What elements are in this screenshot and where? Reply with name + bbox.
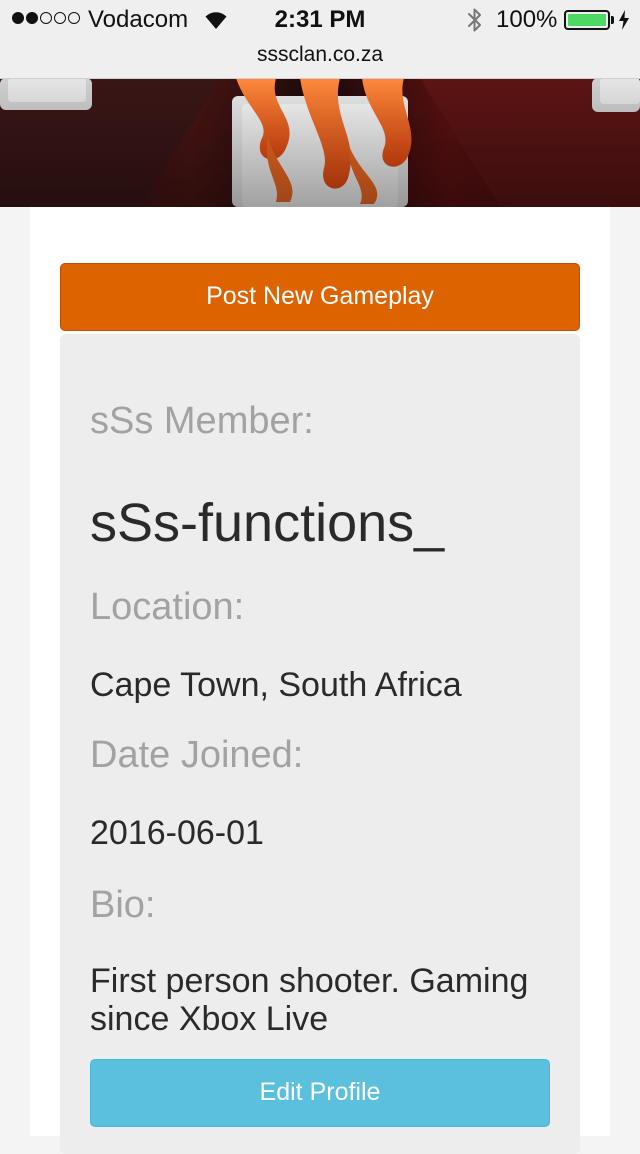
bio-value: First person shooter. Gaming since Xbox … [90, 962, 529, 1038]
battery-icon [564, 10, 610, 30]
bio-label: Bio: [90, 884, 156, 926]
address-bar-url[interactable]: sssclan.co.za [0, 43, 640, 67]
charging-bolt-icon [619, 10, 629, 30]
bluetooth-icon [468, 8, 481, 32]
browser-top-bar: Vodacom 2:31 PM 100% sssclan.co.za [0, 0, 640, 79]
page-content: Post New Gameplay sSs Member: sSs-functi… [30, 207, 610, 1154]
header-banner-image [0, 78, 640, 207]
date-joined-value: 2016-06-01 [90, 814, 264, 852]
status-bar: Vodacom 2:31 PM 100% [0, 0, 640, 40]
location-label: Location: [90, 586, 245, 628]
profile-card: sSs Member: sSs-functions_ Location: Cap… [60, 334, 580, 1154]
date-joined-label: Date Joined: [90, 734, 304, 776]
battery-level [568, 14, 606, 26]
battery-tip [611, 16, 614, 24]
post-new-gameplay-button[interactable]: Post New Gameplay [60, 263, 580, 331]
edit-profile-button[interactable]: Edit Profile [90, 1059, 550, 1127]
member-name: sSs-functions_ [90, 493, 445, 553]
member-label: sSs Member: [90, 400, 314, 442]
location-value: Cape Town, South Africa [90, 666, 462, 704]
banner-artwork [0, 78, 640, 207]
battery-percentage: 100% [496, 6, 558, 33]
